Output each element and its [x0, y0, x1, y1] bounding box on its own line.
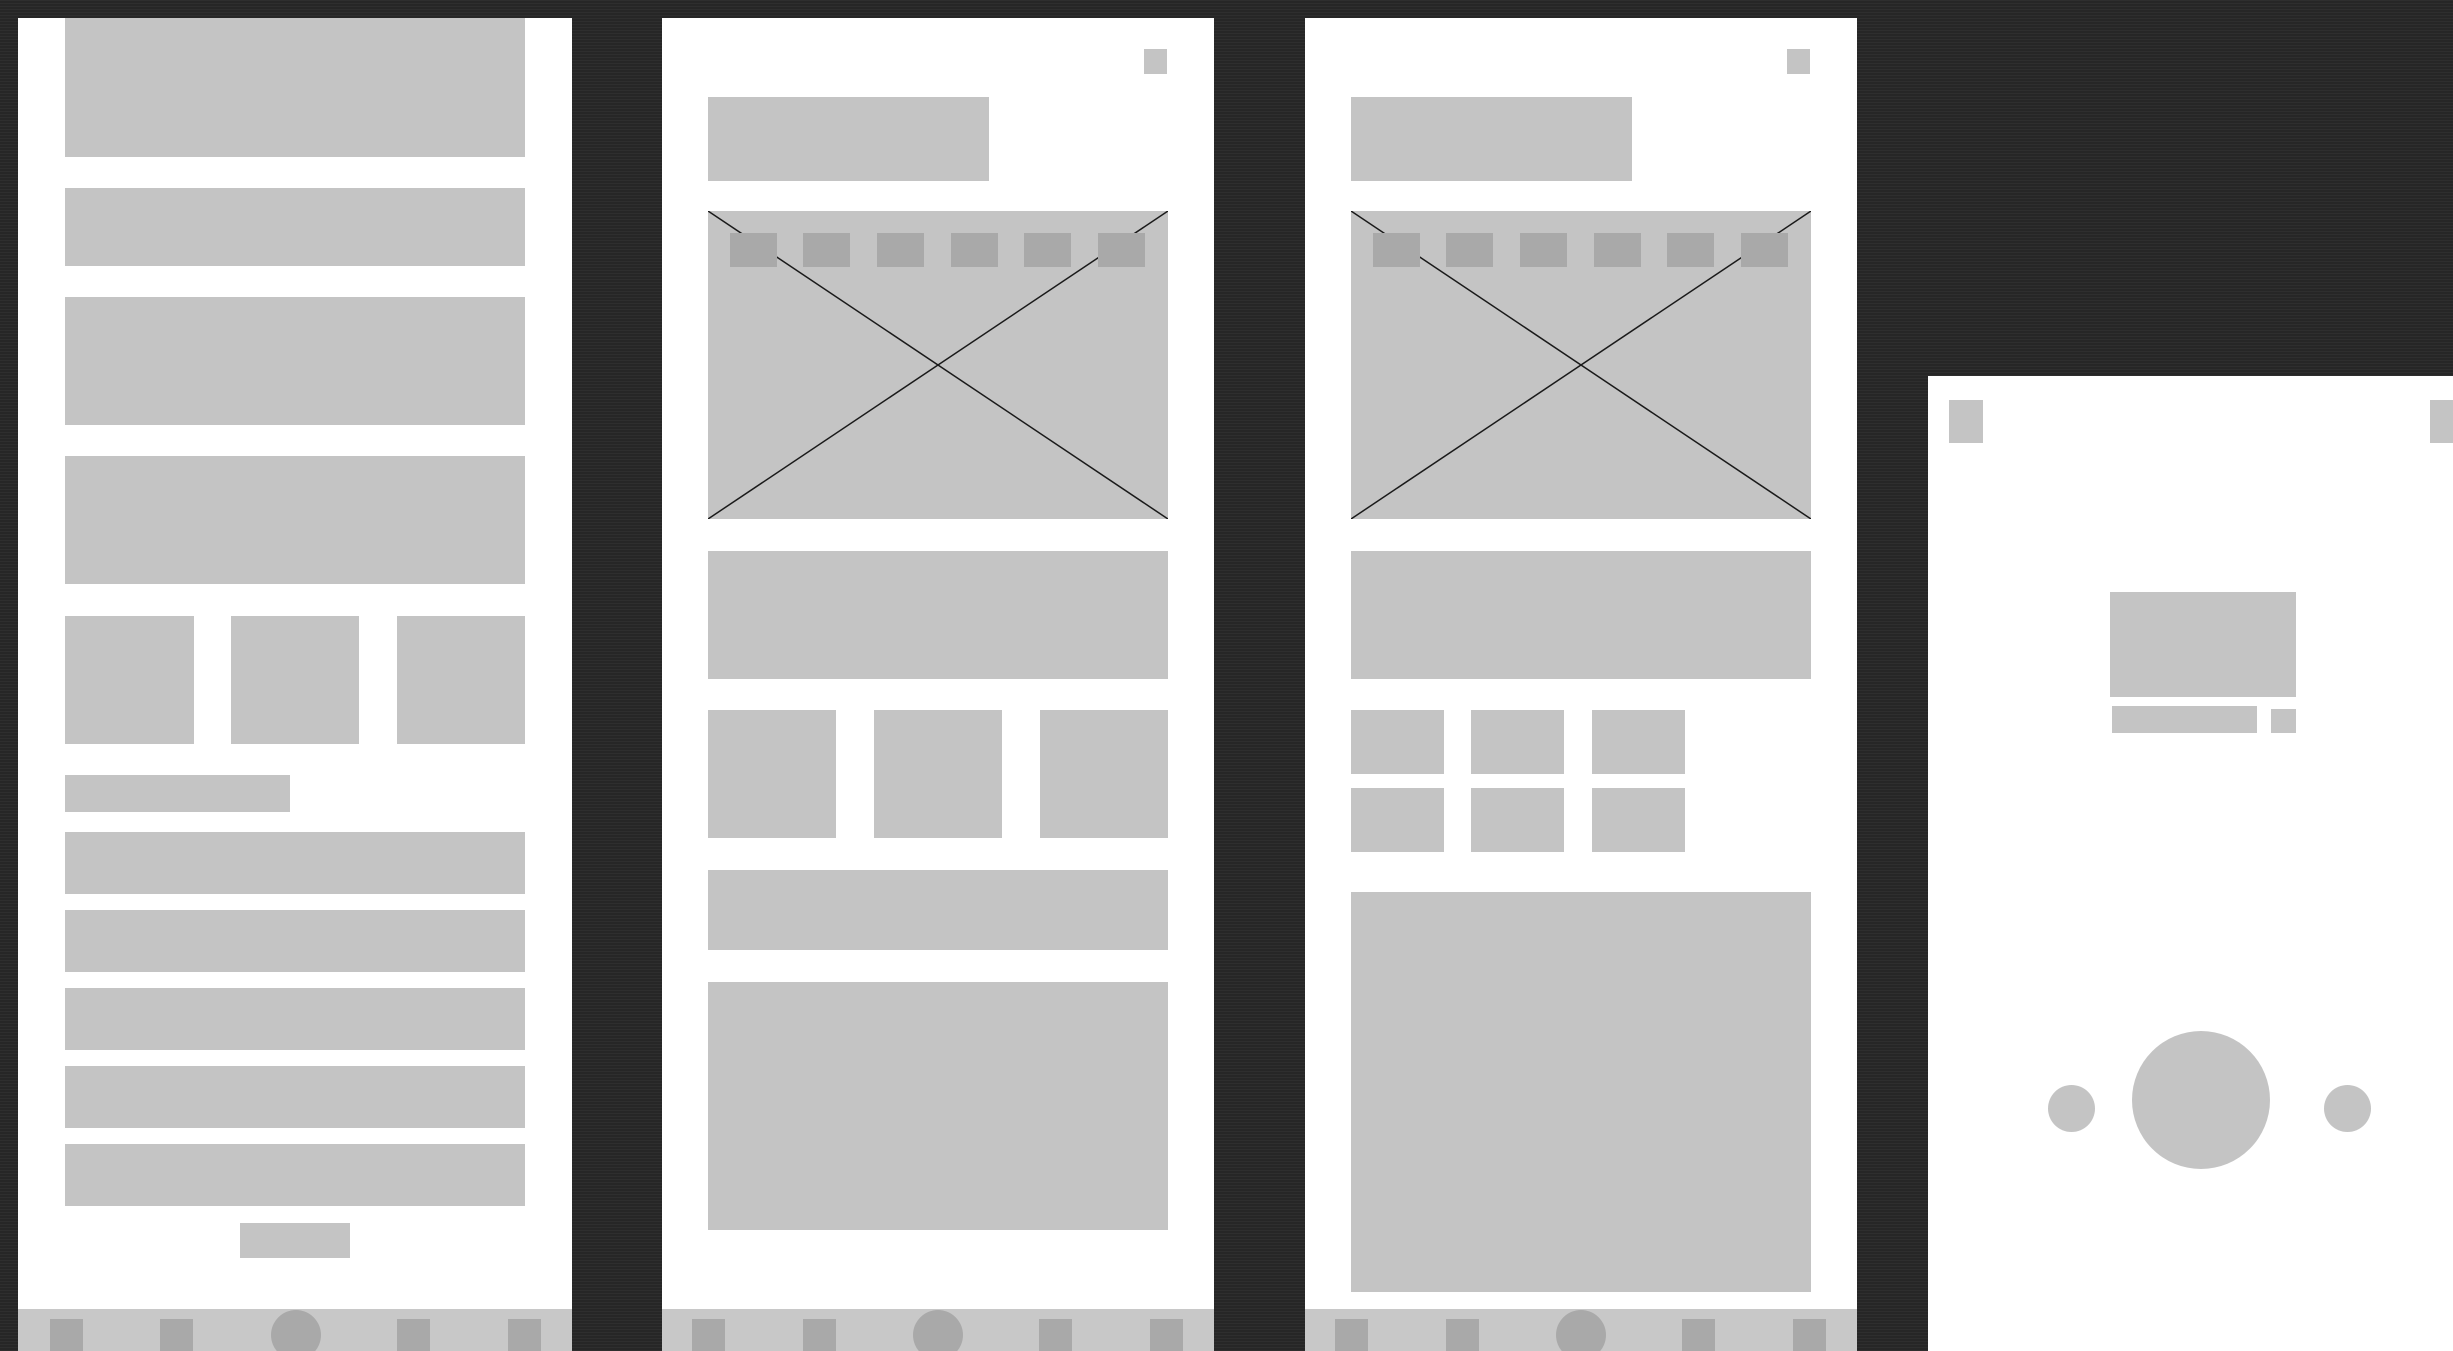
nav-item-icon — [160, 1319, 193, 1351]
wireframe-screen-detail — [662, 18, 1214, 1351]
wireframe-screen-player — [1928, 376, 2453, 1351]
track-title-placeholder — [2112, 706, 2257, 733]
previous-button-placeholder — [2048, 1085, 2095, 1132]
carousel-dot — [1446, 233, 1493, 267]
description-placeholder — [1351, 551, 1811, 679]
nav-item-icon — [1682, 1319, 1715, 1351]
list-row-placeholder — [65, 910, 525, 972]
carousel-dot — [1594, 233, 1641, 267]
carousel-dot — [1741, 233, 1788, 267]
thumbnail-placeholder — [1351, 788, 1444, 852]
content-block-placeholder — [1351, 892, 1811, 1292]
carousel-dot — [877, 233, 924, 267]
image-placeholder — [708, 211, 1168, 519]
title-placeholder — [708, 97, 989, 181]
tile-placeholder — [65, 616, 194, 744]
content-card-placeholder — [65, 297, 525, 425]
nav-item-icon — [397, 1319, 430, 1351]
nav-item-icon — [1446, 1319, 1479, 1351]
list-row-placeholder — [65, 988, 525, 1050]
play-button-placeholder — [2132, 1031, 2270, 1169]
wireframe-screen-grid — [1305, 18, 1857, 1351]
content-block-placeholder — [708, 982, 1168, 1230]
nav-item-icon — [1039, 1319, 1072, 1351]
nav-item-icon — [1150, 1319, 1183, 1351]
bottom-nav-bar — [1305, 1309, 1857, 1351]
nav-home-icon — [913, 1310, 963, 1351]
album-art-placeholder — [2110, 592, 2296, 697]
nav-item-icon — [692, 1319, 725, 1351]
content-card-placeholder — [65, 456, 525, 584]
nav-home-icon — [271, 1310, 321, 1351]
carousel-dot — [803, 233, 850, 267]
tile-placeholder — [874, 710, 1002, 838]
carousel-dot — [1520, 233, 1567, 267]
button-placeholder — [240, 1223, 350, 1258]
section-placeholder — [708, 870, 1168, 950]
thumbnail-placeholder — [1471, 788, 1564, 852]
hero-banner-placeholder — [65, 18, 525, 157]
image-placeholder — [1351, 211, 1811, 519]
menu-icon-placeholder — [2430, 400, 2453, 443]
nav-item-icon — [1793, 1319, 1826, 1351]
nav-item-icon — [803, 1319, 836, 1351]
tile-placeholder — [397, 616, 525, 744]
description-placeholder — [708, 551, 1168, 679]
next-button-placeholder — [2324, 1085, 2371, 1132]
wireframe-screen-list — [18, 18, 572, 1351]
list-row-placeholder — [65, 832, 525, 894]
thumbnail-placeholder — [1592, 710, 1685, 774]
nav-home-icon — [1556, 1310, 1606, 1351]
carousel-dot — [1667, 233, 1714, 267]
title-placeholder — [1351, 97, 1632, 181]
favorite-icon-placeholder — [2271, 709, 2296, 733]
thumbnail-placeholder — [1471, 710, 1564, 774]
nav-item-icon — [1335, 1319, 1368, 1351]
close-icon-placeholder — [1787, 49, 1810, 74]
carousel-dot — [730, 233, 777, 267]
tile-placeholder — [1040, 710, 1168, 838]
nav-item-icon — [508, 1319, 541, 1351]
thumbnail-placeholder — [1351, 710, 1444, 774]
back-icon-placeholder — [1949, 400, 1983, 443]
thumbnail-placeholder — [1592, 788, 1685, 852]
tile-placeholder — [708, 710, 836, 838]
carousel-dot — [1098, 233, 1145, 267]
list-row-placeholder — [65, 1144, 525, 1206]
header-bar-placeholder — [65, 188, 525, 266]
tile-placeholder — [231, 616, 359, 744]
nav-item-icon — [50, 1319, 83, 1351]
bottom-nav-bar — [18, 1309, 572, 1351]
carousel-dot — [951, 233, 998, 267]
bottom-nav-bar — [662, 1309, 1214, 1351]
list-row-placeholder — [65, 1066, 525, 1128]
carousel-dot — [1024, 233, 1071, 267]
close-icon-placeholder — [1144, 49, 1167, 74]
carousel-dot — [1373, 233, 1420, 267]
section-label-placeholder — [65, 775, 290, 812]
